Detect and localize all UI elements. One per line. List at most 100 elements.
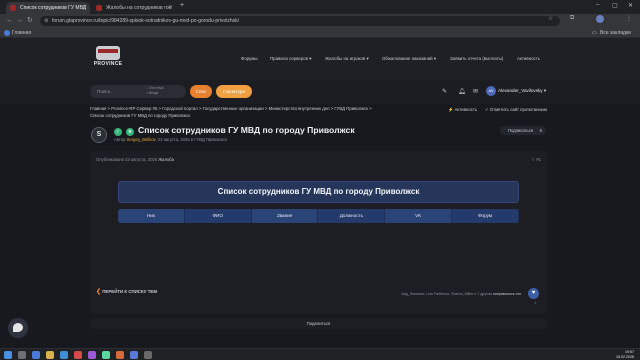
report-link[interactable]: Жалоба bbox=[158, 157, 174, 162]
search-row: Поиск... ○ Эта тема ○ Везде Сеяс Гарниту… bbox=[0, 80, 640, 104]
author-prefix: Автор bbox=[114, 137, 126, 142]
bookmarks-bar: Главная ▭ Все закладки bbox=[0, 28, 640, 38]
nav-forums[interactable]: Форумы bbox=[241, 56, 258, 61]
search-icon[interactable] bbox=[18, 351, 26, 359]
back-arrow-icon[interactable]: ← bbox=[6, 16, 13, 26]
locked-badge-icon: ★ bbox=[126, 128, 134, 136]
bookmark-home[interactable]: Главная bbox=[12, 28, 31, 38]
app-icon[interactable] bbox=[144, 351, 152, 359]
province-logo[interactable]: PROVINCE bbox=[92, 44, 124, 76]
column-position: Должность bbox=[318, 209, 386, 223]
post-banner-title: Список сотрудников ГУ МВД по городу Прив… bbox=[118, 181, 519, 203]
search-placeholder: Поиск... bbox=[97, 89, 114, 94]
back-to-topics-link[interactable]: ❮ ПЕРЕЙТИ К СПИСКУ ТЕМ bbox=[96, 288, 157, 295]
nav-rules-label: Правила серверов bbox=[270, 56, 309, 61]
nav-rules[interactable]: Правила серверов ▾ bbox=[270, 56, 312, 62]
forum-favicon-icon bbox=[96, 5, 102, 11]
user-menu[interactable]: Alexander_Vavilovsky ▾ bbox=[498, 88, 546, 94]
explorer-icon[interactable] bbox=[46, 351, 54, 359]
forum-favicon-icon bbox=[10, 5, 16, 11]
pinned-badge-icon: ✓ bbox=[114, 128, 122, 136]
mark-read-link[interactable]: ✓ Отметить сайт прочитанным bbox=[485, 107, 547, 113]
search-scope-all[interactable]: ○ Везде bbox=[146, 91, 163, 96]
close-tab-icon[interactable]: ✕ bbox=[82, 2, 87, 14]
new-tab-button[interactable]: + bbox=[180, 2, 184, 9]
maximize-icon[interactable]: ▢ bbox=[612, 2, 618, 9]
nav-appeals[interactable]: Обжалование наказаний ▾ bbox=[382, 56, 436, 62]
app-icon[interactable] bbox=[102, 351, 110, 359]
tab-label: Список сотрудников ГУ МВД bbox=[20, 5, 87, 11]
breadcrumb-current: Список сотрудников ГУ МВД по городу Прив… bbox=[90, 113, 191, 118]
reactions-names: Бад_Фальсин, Luis Fartlenno, Sharon_Mill… bbox=[401, 292, 474, 296]
reload-icon[interactable]: ↻ bbox=[27, 16, 33, 26]
start-windows-icon[interactable] bbox=[4, 351, 12, 359]
like-heart-icon[interactable]: ♥ bbox=[528, 288, 539, 299]
nav-reports[interactable]: Заявить отчета (выплаты) bbox=[450, 56, 503, 61]
subscribe-label: Подписаться bbox=[508, 128, 534, 133]
url-text: forum.gtaprovince.ru/topic/984289-spisok… bbox=[52, 18, 240, 24]
subscribe-button[interactable]: Подписаться 6 bbox=[500, 126, 546, 135]
browser-tab[interactable]: Жалобы на сотрудников гос ✕ bbox=[92, 2, 176, 14]
user-avatar[interactable]: AV bbox=[486, 86, 496, 96]
nav-complaints[interactable]: Жалобы на игроков ▾ bbox=[325, 56, 369, 62]
menu-kebab-icon[interactable]: ⋮ bbox=[626, 15, 632, 22]
bookmark-star-icon[interactable]: ☆ bbox=[548, 15, 553, 22]
search-scope-options[interactable]: ○ Эта тема ○ Везде bbox=[146, 86, 163, 96]
search-scope-all-label: Везде bbox=[149, 91, 159, 95]
app-icon[interactable] bbox=[88, 351, 96, 359]
login-button[interactable]: Сеяс bbox=[190, 85, 212, 98]
browser-tab-strip: Список сотрудников ГУ МВД ✕ Жалобы на со… bbox=[0, 0, 640, 14]
post-number-label: #1 bbox=[536, 157, 541, 162]
post-number[interactable]: ⇪ #1 bbox=[532, 157, 541, 162]
os-taskbar: 19:57 15.02.2026 bbox=[0, 348, 640, 360]
thread-title: Список сотрудников ГУ МВД по городу Прив… bbox=[138, 125, 355, 135]
user-name: Alexander_Vavilovsky bbox=[498, 88, 543, 93]
reactions-link[interactable]: понравилось это bbox=[493, 292, 521, 296]
reactions-summary[interactable]: Бад_Фальсин, Luis Fartlenno, Sharon_Mill… bbox=[401, 292, 521, 296]
activity-label: Активность bbox=[454, 107, 478, 112]
signup-button[interactable]: Гарнитура bbox=[216, 85, 252, 98]
post-meta: Опубликовано 23 августа, 2025 Жалоба bbox=[96, 157, 174, 162]
back-label: ПЕРЕЙТИ К СПИСКУ ТЕМ bbox=[102, 289, 157, 294]
chat-bubble-icon[interactable] bbox=[8, 318, 28, 338]
thread-author-avatar[interactable]: S bbox=[91, 127, 107, 143]
thread-date: , 23 августа, 2025 в ГУВД Приволжск bbox=[155, 137, 228, 142]
browser-tab-active[interactable]: Список сотрудников ГУ МВД ✕ bbox=[6, 2, 90, 14]
app-icon[interactable] bbox=[74, 351, 82, 359]
url-input[interactable]: ⚙ forum.gtaprovince.ru/topic/984289-spis… bbox=[40, 16, 560, 26]
thread-meta: Автор Sergey_Belikov, 23 августа, 2025 в… bbox=[114, 137, 227, 142]
extensions-icon[interactable]: ⧉ bbox=[570, 15, 574, 22]
post-published: Опубликовано 23 августа, 2025 bbox=[96, 157, 158, 162]
minimize-icon[interactable]: – bbox=[596, 2, 599, 8]
search-scope-topic-label: Эта тема bbox=[149, 86, 164, 90]
close-tab-icon[interactable]: ✕ bbox=[168, 2, 173, 14]
site-info-icon[interactable]: ⚙ bbox=[44, 16, 48, 26]
bell-icon[interactable]: 🔔︎ bbox=[458, 88, 466, 95]
forward-arrow-icon[interactable]: → bbox=[16, 16, 23, 26]
nav-complaints-label: Жалобы на игроков bbox=[325, 56, 366, 61]
system-clock[interactable]: 19:57 15.02.2026 bbox=[616, 350, 634, 360]
clock-date: 15.02.2026 bbox=[616, 355, 634, 359]
author-link[interactable]: Sergey_Belikov bbox=[127, 137, 156, 142]
pencil-icon[interactable]: ✎ bbox=[442, 88, 447, 95]
close-window-icon[interactable]: ✕ bbox=[628, 2, 633, 9]
search-input[interactable]: Поиск... ○ Эта тема ○ Везде bbox=[90, 85, 186, 98]
post-card: Опубликовано 23 августа, 2025 Жалоба ⇪ #… bbox=[90, 151, 547, 313]
site-header: PROVINCE Форумы Правила серверов ▾ Жалоб… bbox=[0, 38, 640, 80]
browser-taskbar-icon[interactable] bbox=[60, 351, 68, 359]
column-nick: Ник bbox=[118, 209, 185, 223]
folder-icon: ▭ bbox=[592, 30, 597, 36]
share-bar[interactable]: Поделиться bbox=[90, 318, 547, 329]
app-icon[interactable] bbox=[32, 351, 40, 359]
app-icon[interactable] bbox=[116, 351, 124, 359]
breadcrumb[interactable]: Главная > Province-RP Сервер #5 > Городс… bbox=[90, 106, 372, 111]
reactions-suffix: и 7 другим bbox=[474, 292, 492, 296]
column-rank: Звание bbox=[251, 209, 319, 223]
nav-activity[interactable]: Активность bbox=[517, 56, 540, 61]
all-bookmarks[interactable]: Все закладки bbox=[600, 28, 631, 38]
activity-link[interactable]: ⚡ Активность bbox=[448, 107, 477, 113]
app-icon[interactable] bbox=[130, 351, 138, 359]
envelope-icon[interactable]: ✉ bbox=[473, 88, 478, 95]
profile-icon[interactable] bbox=[596, 15, 604, 23]
subscribe-count: 6 bbox=[539, 128, 542, 133]
